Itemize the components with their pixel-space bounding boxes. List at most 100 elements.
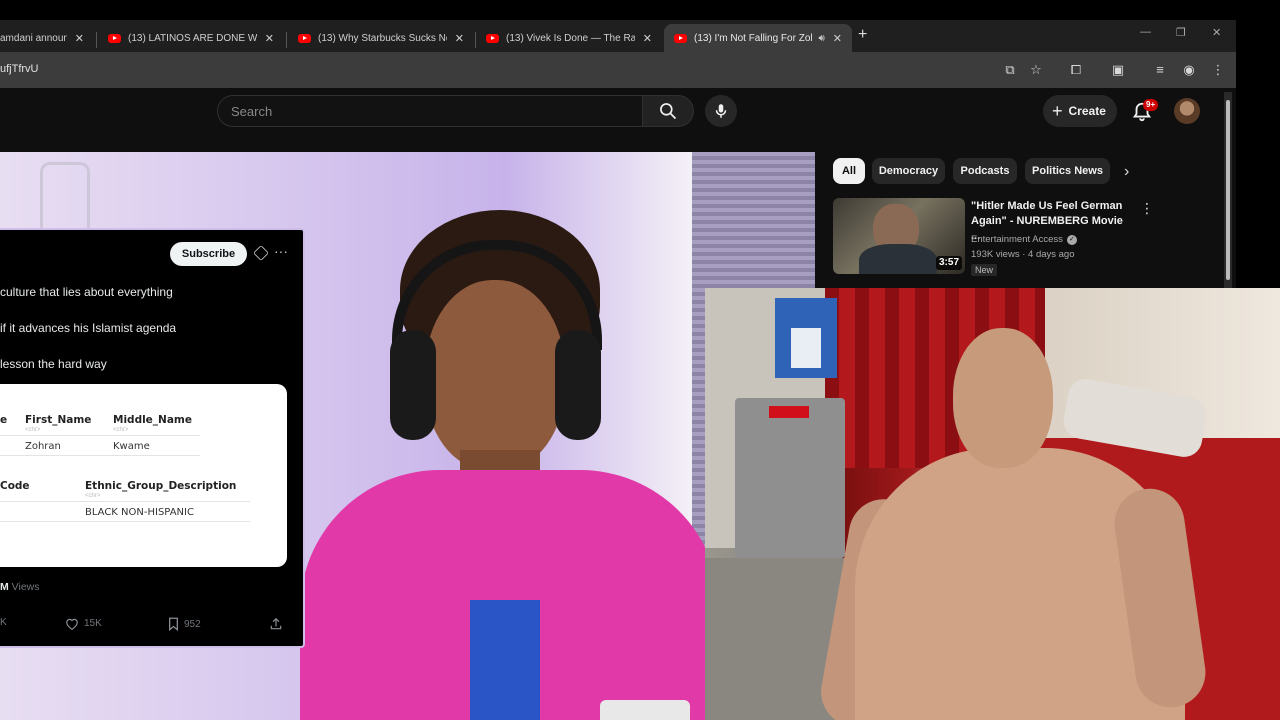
table-type-tag: <chr> — [25, 427, 41, 433]
video-meta: 193K views · 4 days ago — [971, 249, 1075, 260]
search-input[interactable]: Search — [217, 95, 643, 127]
url-text[interactable]: ufjTfrvU — [0, 63, 39, 75]
browser-tab[interactable]: amdani announc ✕ — [0, 24, 94, 52]
youtube-favicon-icon — [486, 33, 499, 43]
chip-podcasts[interactable]: Podcasts — [953, 158, 1017, 184]
create-label: Create — [1068, 104, 1106, 118]
table-cell: Kwame — [113, 441, 150, 452]
beer-box — [775, 298, 837, 378]
tab-title: (13) Vivek Is Done — The Racist — [506, 32, 635, 44]
close-icon[interactable]: ✕ — [265, 32, 274, 45]
browser-tab[interactable]: (13) Vivek Is Done — The Racist ✕ — [476, 24, 662, 52]
scrollbar[interactable] — [1224, 92, 1232, 288]
chip-politics-news[interactable]: Politics News — [1025, 158, 1110, 184]
retweet-count-text: K — [0, 617, 7, 628]
chevron-right-icon[interactable]: › — [1124, 163, 1129, 181]
search-icon — [660, 103, 677, 120]
youtube-favicon-icon — [674, 33, 687, 43]
share-button[interactable] — [269, 617, 288, 631]
thumbnail-figure-body — [859, 244, 937, 274]
bookmarks-count: 952 — [184, 618, 201, 630]
table-cell: Zohran — [25, 441, 61, 452]
tweet-line: culture that lies about everything — [0, 285, 173, 299]
youtube-favicon-icon — [298, 33, 311, 43]
table-rule — [0, 521, 250, 522]
bookmark-star-icon[interactable]: ☆ — [1028, 62, 1044, 78]
table-header: First_Name — [25, 414, 92, 426]
tab-bar: amdani announc ✕ (13) LATINOS ARE DONE W… — [0, 20, 1236, 52]
tab-title: (13) I'm Not Falling For Zoh — [694, 32, 813, 44]
notification-badge: 9+ — [1143, 99, 1159, 111]
extensions-icon[interactable]: ⧠ — [1068, 62, 1084, 78]
voice-search-button[interactable] — [705, 95, 737, 127]
data-table-image: e First_Name <chr> Middle_Name <chr> Zoh… — [0, 384, 287, 567]
more-options-icon[interactable]: ··· — [274, 243, 288, 259]
tweet-views: M Views — [0, 581, 40, 593]
table-type-tag: <chr> — [113, 427, 129, 433]
likes-count: 15K — [84, 618, 102, 629]
avatar[interactable] — [1174, 98, 1200, 124]
close-icon[interactable]: ✕ — [833, 32, 842, 45]
cast-icon[interactable]: ⧉ — [1002, 62, 1018, 78]
table-rule — [0, 501, 250, 502]
like-button[interactable]: 15K — [65, 617, 102, 630]
tab-title: amdani announc — [0, 32, 67, 44]
table-header: Middle_Name — [113, 414, 192, 426]
close-icon[interactable]: ✕ — [455, 32, 464, 45]
webcam-overlay — [705, 288, 1280, 720]
bookmark-icon — [169, 617, 178, 631]
tweet-line: if it advances his Islamist agenda — [0, 321, 177, 335]
subscribe-button[interactable]: Subscribe — [170, 242, 247, 266]
views-count: M — [0, 581, 9, 593]
speaker-icon[interactable]: 🔊︎ — [818, 33, 824, 44]
chip-all[interactable]: All — [833, 158, 865, 184]
retweet-count[interactable]: K — [0, 617, 7, 628]
tab-separator — [96, 32, 97, 48]
window-close-icon[interactable]: ✕ — [1212, 26, 1221, 39]
minimize-icon[interactable]: — — [1140, 26, 1151, 38]
browser-tab[interactable]: (13) Why Starbucks Sucks Now ✕ — [288, 24, 474, 52]
close-icon[interactable]: ✕ — [75, 32, 84, 45]
bookmark-button[interactable]: 952 — [168, 617, 201, 631]
mini-fridge — [735, 398, 845, 558]
heart-icon — [66, 618, 78, 630]
presenter-shirt — [470, 600, 540, 720]
video-duration: 3:57 — [936, 256, 963, 270]
tweet-line: lesson the hard way — [0, 357, 107, 371]
streamer-head — [953, 328, 1053, 468]
screen-top-strip — [0, 0, 1280, 20]
table-cell: BLACK NON-HISPANIC — [85, 507, 194, 518]
create-button[interactable]: + Create — [1043, 95, 1117, 127]
search-placeholder: Search — [231, 104, 273, 119]
table-header: e — [0, 414, 8, 426]
menu-kebab-icon[interactable]: ⋮ — [1210, 62, 1226, 78]
headphone-cup-right — [555, 330, 601, 440]
browser-tab[interactable]: (13) LATINOS ARE DONE WITH ✕ — [98, 24, 284, 52]
more-options-icon[interactable]: ⋮ — [1140, 200, 1154, 217]
search-button[interactable] — [642, 95, 694, 127]
tab-search-icon[interactable]: ▣ — [1110, 62, 1126, 78]
restore-icon[interactable]: ❐ — [1176, 26, 1186, 39]
channel-name-text: Entertainment Access — [971, 234, 1063, 245]
browser-tab-active[interactable]: (13) I'm Not Falling For Zoh 🔊︎ ✕ — [664, 24, 852, 52]
table-header: Ethnic_Group_Description — [85, 480, 237, 492]
plus-icon: + — [1052, 100, 1063, 121]
headphone-cup-left — [390, 330, 436, 440]
profile-icon[interactable]: ◉ — [1181, 62, 1197, 78]
media-controls-icon[interactable]: ≡ — [1152, 62, 1168, 78]
share-icon — [270, 617, 282, 630]
table-rule — [0, 455, 200, 456]
scrollbar-thumb[interactable] — [1226, 100, 1230, 280]
tab-title: (13) LATINOS ARE DONE WITH — [128, 32, 257, 44]
address-bar: ufjTfrvU ⧉ ☆ ⧠ ▣ ≡ ◉ ⋮ — [0, 52, 1236, 88]
youtube-favicon-icon — [108, 33, 121, 43]
close-icon[interactable]: ✕ — [643, 32, 652, 45]
table-type-tag: <chr> — [85, 493, 101, 499]
new-badge: New — [971, 264, 998, 276]
chip-democracy[interactable]: Democracy — [872, 158, 945, 184]
channel-name[interactable]: Entertainment Access ✓ — [971, 234, 1077, 245]
new-tab-plus-icon[interactable]: + — [858, 26, 867, 44]
microphone-object — [600, 700, 690, 720]
tab-title: (13) Why Starbucks Sucks Now — [318, 32, 447, 44]
verified-check-icon: ✓ — [1066, 234, 1077, 245]
